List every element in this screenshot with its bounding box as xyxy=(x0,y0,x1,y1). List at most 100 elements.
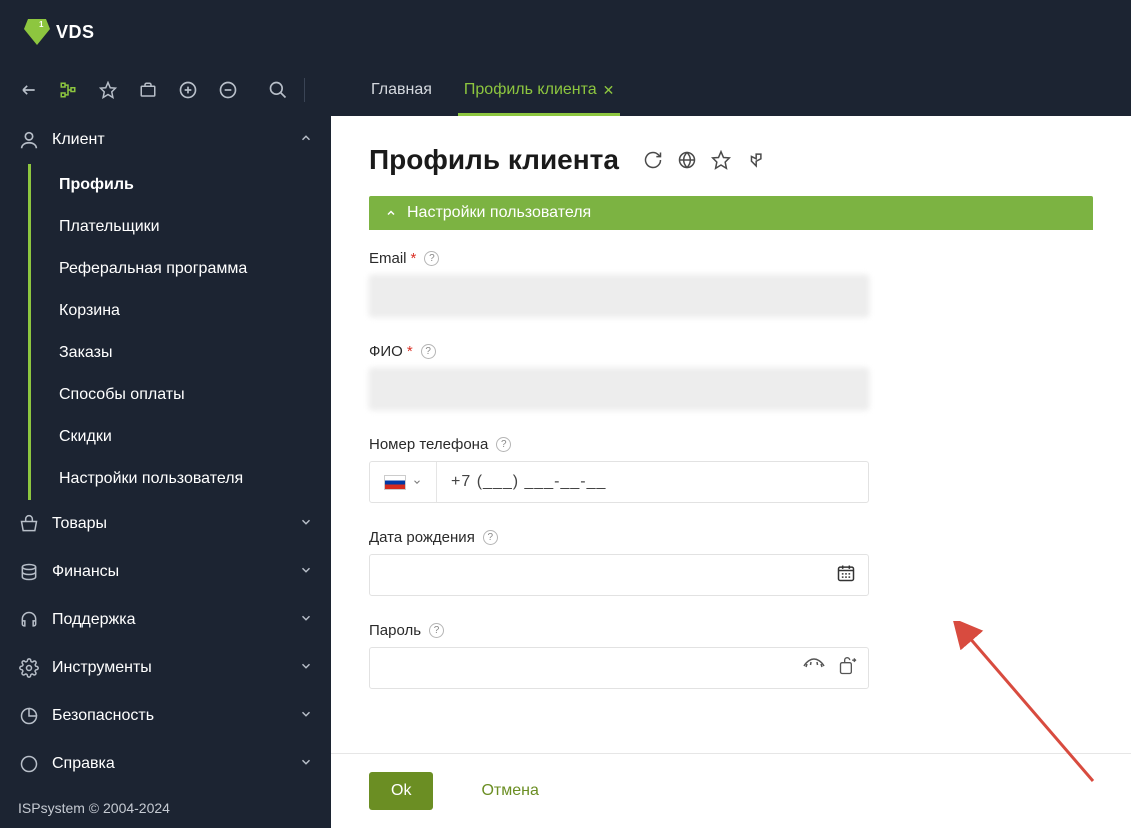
content: Профиль клиента Настройки пользователя xyxy=(331,116,1131,828)
field-password: Пароль ? xyxy=(369,622,1093,689)
field-label: Номер телефона ? xyxy=(369,436,1093,453)
chevron-down-icon xyxy=(299,755,313,774)
sidebar-subitems: Профиль Плательщики Реферальная программ… xyxy=(28,164,331,500)
tab-label: Главная xyxy=(371,81,432,99)
tabs: Главная Профиль клиента ✕ xyxy=(355,64,630,116)
eye-icon[interactable] xyxy=(802,658,826,679)
sidebar-item-tools[interactable]: Инструменты xyxy=(0,644,331,692)
help-icon[interactable]: ? xyxy=(429,623,444,638)
chevron-down-icon xyxy=(299,515,313,534)
phone-input[interactable]: +7 (___) ___-__-__ xyxy=(437,473,620,491)
toolbar-icons xyxy=(18,80,288,100)
pin-icon[interactable] xyxy=(745,150,765,170)
brand-text: VDS xyxy=(56,22,95,43)
form-card: Настройки пользователя Email* ? xyxy=(369,196,1093,689)
chevron-down-icon xyxy=(299,611,313,630)
chevron-up-icon xyxy=(385,207,397,219)
generate-icon[interactable] xyxy=(838,656,858,681)
briefcase-icon[interactable] xyxy=(138,80,158,100)
chevron-down-icon xyxy=(412,477,422,487)
help-icon[interactable]: ? xyxy=(483,530,498,545)
basket-icon xyxy=(18,513,40,535)
main-split: Клиент Профиль Плательщики Реферальная п… xyxy=(0,116,1131,828)
nav-label: Инструменты xyxy=(52,659,299,677)
cancel-button[interactable]: Отмена xyxy=(459,772,560,810)
required-mark: * xyxy=(411,250,417,267)
help-icon[interactable]: ? xyxy=(424,251,439,266)
minus-circle-icon[interactable] xyxy=(218,80,238,100)
field-phone: Номер телефона ? +7 (___) ___-__-__ xyxy=(369,436,1093,503)
page-header: Профиль клиента xyxy=(331,116,1131,196)
field-label: Пароль ? xyxy=(369,622,1093,639)
globe-icon[interactable] xyxy=(677,150,697,170)
sidebar-item-finance[interactable]: Финансы xyxy=(0,548,331,596)
toolbar-divider xyxy=(304,78,305,102)
nav-label: Справка xyxy=(52,755,299,773)
star-outline-icon[interactable] xyxy=(711,150,731,170)
page-title: Профиль клиента xyxy=(369,144,619,176)
tab-main[interactable]: Главная xyxy=(355,64,448,116)
password-input[interactable] xyxy=(369,647,869,689)
ok-button[interactable]: Ok xyxy=(369,772,433,810)
sidebar-item-goods[interactable]: Товары xyxy=(0,500,331,548)
sidebar-item-user-settings[interactable]: Настройки пользователя xyxy=(31,458,331,500)
chevron-up-icon xyxy=(299,131,313,150)
tab-label: Профиль клиента xyxy=(464,81,597,99)
chevron-down-icon xyxy=(299,659,313,678)
phone-input-row: +7 (___) ___-__-__ xyxy=(369,461,869,503)
circle-icon xyxy=(18,753,40,775)
plus-circle-icon[interactable] xyxy=(178,80,198,100)
sidebar-item-cart[interactable]: Корзина xyxy=(31,290,331,332)
field-fio: ФИО* ? xyxy=(369,343,1093,410)
field-dob: Дата рождения ? xyxy=(369,529,1093,596)
help-icon[interactable]: ? xyxy=(421,344,436,359)
sidebar-item-discounts[interactable]: Скидки xyxy=(31,416,331,458)
sidebar-item-client[interactable]: Клиент xyxy=(0,116,331,164)
logo-mark-icon: 1 xyxy=(24,19,50,45)
sidebar-item-orders[interactable]: Заказы xyxy=(31,332,331,374)
gear-icon xyxy=(18,657,40,679)
sidebar-item-support[interactable]: Поддержка xyxy=(0,596,331,644)
brand-logo[interactable]: 1 VDS xyxy=(24,19,95,45)
help-icon[interactable]: ? xyxy=(496,437,511,452)
finance-icon xyxy=(18,561,40,583)
sidebar-item-referral[interactable]: Реферальная программа xyxy=(31,248,331,290)
back-icon[interactable] xyxy=(18,80,38,100)
footer-bar: Ok Отмена xyxy=(331,753,1131,828)
sidebar-item-payers[interactable]: Плательщики xyxy=(31,206,331,248)
pie-icon xyxy=(18,705,40,727)
sidebar-footer: ISPsystem © 2004-2024 xyxy=(0,788,331,828)
field-label: ФИО* ? xyxy=(369,343,1093,360)
sidebar: Клиент Профиль Плательщики Реферальная п… xyxy=(0,116,331,828)
tab-profile[interactable]: Профиль клиента ✕ xyxy=(448,64,630,116)
chevron-down-icon xyxy=(299,563,313,582)
fio-input[interactable] xyxy=(369,368,869,410)
form-body: Email* ? ФИО* ? xyxy=(369,230,1093,689)
sidebar-item-security[interactable]: Безопасность xyxy=(0,692,331,740)
sidebar-item-payment-methods[interactable]: Способы оплаты xyxy=(31,374,331,416)
required-mark: * xyxy=(407,343,413,360)
section-header[interactable]: Настройки пользователя xyxy=(369,196,1093,230)
field-label: Дата рождения ? xyxy=(369,529,1093,546)
email-input[interactable] xyxy=(369,275,869,317)
chevron-down-icon xyxy=(299,707,313,726)
nav-label: Безопасность xyxy=(52,707,299,725)
svg-text:1: 1 xyxy=(39,20,44,29)
tree-icon[interactable] xyxy=(58,80,78,100)
user-icon xyxy=(18,129,40,151)
sidebar-item-help[interactable]: Справка xyxy=(0,740,331,788)
form-wrap: Настройки пользователя Email* ? xyxy=(331,196,1131,753)
topbar: 1 VDS xyxy=(0,0,1131,64)
search-icon[interactable] xyxy=(268,80,288,100)
country-select[interactable] xyxy=(370,462,437,502)
toolbar-row: Главная Профиль клиента ✕ xyxy=(0,64,1131,116)
refresh-icon[interactable] xyxy=(643,150,663,170)
field-email: Email* ? xyxy=(369,250,1093,317)
calendar-icon[interactable] xyxy=(836,563,856,588)
dob-input[interactable] xyxy=(369,554,869,596)
star-icon[interactable] xyxy=(98,80,118,100)
field-label: Email* ? xyxy=(369,250,1093,267)
sidebar-item-profile[interactable]: Профиль xyxy=(31,164,331,206)
nav-label: Товары xyxy=(52,515,299,533)
tab-close-icon[interactable]: ✕ xyxy=(603,82,615,99)
